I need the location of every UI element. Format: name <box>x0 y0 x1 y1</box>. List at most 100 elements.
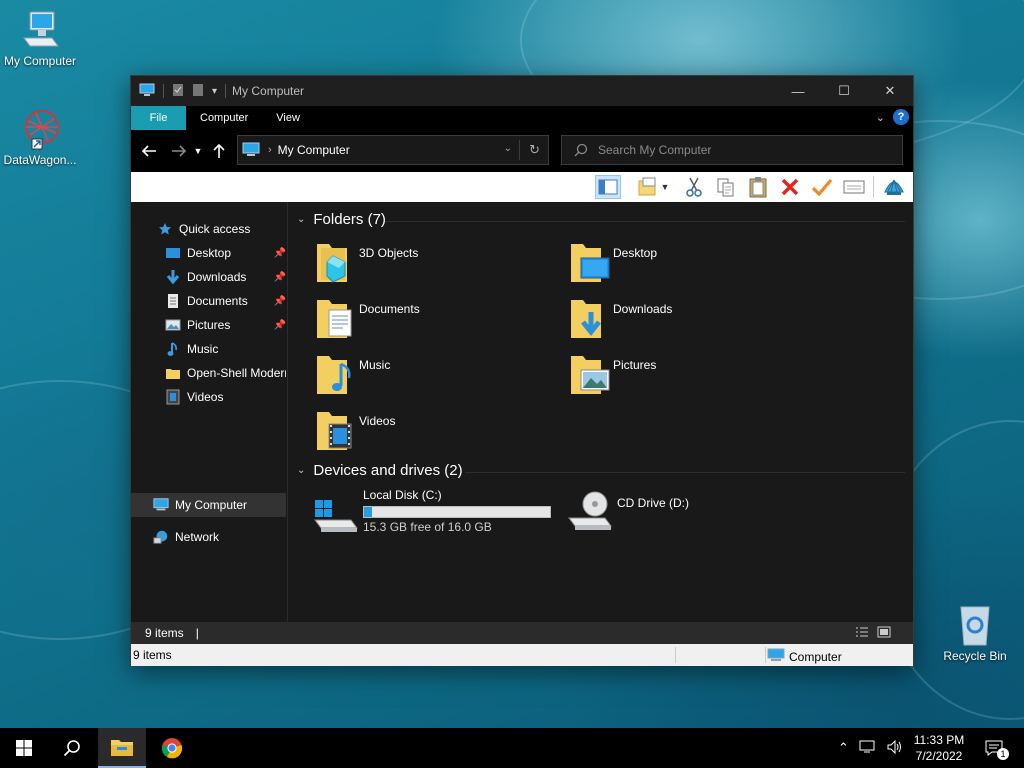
content-pane: ⌄ Folders (7) 3D Objects Desktop Documen… <box>289 202 913 622</box>
help-button[interactable]: ? <box>893 109 909 125</box>
volume-icon[interactable] <box>887 739 903 757</box>
breadcrumb-location[interactable]: My Computer <box>278 143 350 157</box>
pin-icon[interactable]: 📌 <box>274 320 286 331</box>
folder-desktop[interactable]: Desktop <box>569 240 809 288</box>
desktop-icon-label: Recycle Bin <box>943 649 1007 663</box>
navigation-pane-toggle[interactable] <box>595 175 621 199</box>
status-separator: | <box>195 626 199 640</box>
music-icon <box>315 352 359 396</box>
classic-toolbar: ▼ <box>131 172 913 202</box>
email-button[interactable] <box>841 175 867 199</box>
new-folder-icon[interactable] <box>192 83 204 100</box>
tab-view[interactable]: View <box>262 106 314 130</box>
hard-drive-icon <box>311 490 359 537</box>
documents-icon <box>315 296 359 340</box>
back-button[interactable] <box>137 139 161 163</box>
drive-local-disk-c[interactable]: Local Disk (C:) 15.3 GB free of 16.0 GB <box>311 486 561 536</box>
forward-button[interactable] <box>167 139 191 163</box>
folder-documents[interactable]: Documents <box>315 296 555 344</box>
view-options-dropdown[interactable]: ▼ <box>659 175 671 199</box>
folders-group-header[interactable]: ⌄ Folders (7) <box>297 211 386 228</box>
item-count: 9 items <box>133 648 172 662</box>
desktop-icon-my-computer[interactable]: My Computer <box>0 8 80 68</box>
download-arrow-icon <box>165 269 181 285</box>
customize-qa-icon[interactable]: ▾ <box>212 86 217 97</box>
taskbar-chrome[interactable] <box>148 728 196 768</box>
zone-indicator: Computer <box>767 648 842 665</box>
desktop-icon-label: My Computer <box>3 54 77 68</box>
up-button[interactable] <box>207 139 231 163</box>
pin-icon[interactable]: 📌 <box>274 272 286 283</box>
tab-file[interactable]: File <box>131 106 186 130</box>
show-hidden-icons-chevron-icon[interactable]: ⌃ <box>838 740 849 756</box>
maximize-button[interactable]: ☐ <box>821 76 867 106</box>
rename-button[interactable] <box>809 175 835 199</box>
folder-label: Documents <box>359 302 420 316</box>
separator <box>873 176 874 198</box>
minimize-button[interactable]: — <box>775 76 821 106</box>
nav-item-network[interactable]: Network <box>153 525 219 549</box>
delete-x-icon <box>781 178 799 196</box>
nav-quick-access[interactable]: Quick access <box>157 217 250 241</box>
folder-3d-objects[interactable]: 3D Objects <box>315 240 555 288</box>
search-box[interactable]: Search My Computer <box>561 135 903 165</box>
network-status-icon[interactable] <box>859 740 877 757</box>
drive-cd-d[interactable]: CD Drive (D:) <box>565 486 805 536</box>
title-bar[interactable]: ▾ My Computer — ☐ ✕ <box>131 76 913 106</box>
film-icon <box>165 389 181 405</box>
paste-button[interactable] <box>745 175 771 199</box>
nav-item-videos[interactable]: Videos <box>165 385 286 409</box>
address-dropdown-icon[interactable]: ⌄ <box>504 143 512 154</box>
pin-icon[interactable]: 📌 <box>274 248 286 259</box>
recent-locations-button[interactable]: ▼ <box>191 139 205 163</box>
view-options-icon <box>638 177 656 196</box>
folder-music[interactable]: Music <box>315 352 555 400</box>
open-shell-settings-button[interactable] <box>881 175 907 199</box>
details-view-icon[interactable] <box>855 626 869 641</box>
nav-item-music[interactable]: Music <box>165 337 286 361</box>
nav-item-pictures[interactable]: Pictures 📌 <box>165 313 286 337</box>
folder-pictures[interactable]: Pictures <box>569 352 809 400</box>
scissors-icon <box>686 177 702 197</box>
taskbar-file-explorer[interactable] <box>98 728 146 768</box>
computer-icon <box>18 8 62 52</box>
large-icons-view-icon[interactable] <box>877 626 891 641</box>
nav-item-desktop[interactable]: Desktop 📌 <box>165 241 286 265</box>
start-button[interactable] <box>0 728 48 768</box>
address-bar[interactable]: › My Computer ⌄ ↻ <box>237 135 549 165</box>
folder-videos[interactable]: Videos <box>315 408 555 456</box>
recycle-bin-icon <box>953 603 997 647</box>
desktop-icon-datawagon[interactable]: DataWagon... <box>0 107 80 167</box>
properties-icon[interactable] <box>172 83 184 100</box>
close-button[interactable]: ✕ <box>867 76 913 106</box>
search-button[interactable] <box>48 728 96 768</box>
paste-icon <box>749 177 767 198</box>
nav-item-label: Desktop <box>187 246 232 260</box>
nav-item-open-shell[interactable]: Open-Shell Modern <box>165 361 286 385</box>
desktop-icon-recycle-bin[interactable]: Recycle Bin <box>935 603 1015 663</box>
clock[interactable]: 11:33 PM 7/2/2022 <box>906 728 972 768</box>
expand-ribbon-icon[interactable]: ⌄ <box>876 111 885 124</box>
breadcrumb-chevron-icon[interactable]: › <box>268 144 272 156</box>
copy-button[interactable] <box>713 175 739 199</box>
copy-icon <box>717 178 734 197</box>
nav-item-my-computer[interactable]: My Computer <box>131 493 286 517</box>
delete-button[interactable] <box>777 175 803 199</box>
status-bar: 9 items | <box>131 622 913 644</box>
notification-count-badge: 1 <box>997 748 1009 760</box>
nav-item-downloads[interactable]: Downloads 📌 <box>165 265 286 289</box>
downloads-icon <box>569 296 613 340</box>
cut-button[interactable] <box>681 175 707 199</box>
videos-icon <box>315 408 359 452</box>
view-options-button[interactable] <box>635 175 661 199</box>
search-placeholder: Search My Computer <box>598 143 712 157</box>
clock-date: 7/2/2022 <box>915 749 963 763</box>
drives-group-header[interactable]: ⌄ Devices and drives (2) <box>297 462 463 479</box>
folder-downloads[interactable]: Downloads <box>569 296 809 344</box>
nav-item-documents[interactable]: Documents 📌 <box>165 289 286 313</box>
pin-icon[interactable]: 📌 <box>274 296 286 307</box>
tab-computer[interactable]: Computer <box>186 106 262 130</box>
refresh-icon[interactable]: ↻ <box>529 142 540 158</box>
group-divider <box>465 472 905 473</box>
action-center-button[interactable]: 1 <box>982 728 1009 768</box>
